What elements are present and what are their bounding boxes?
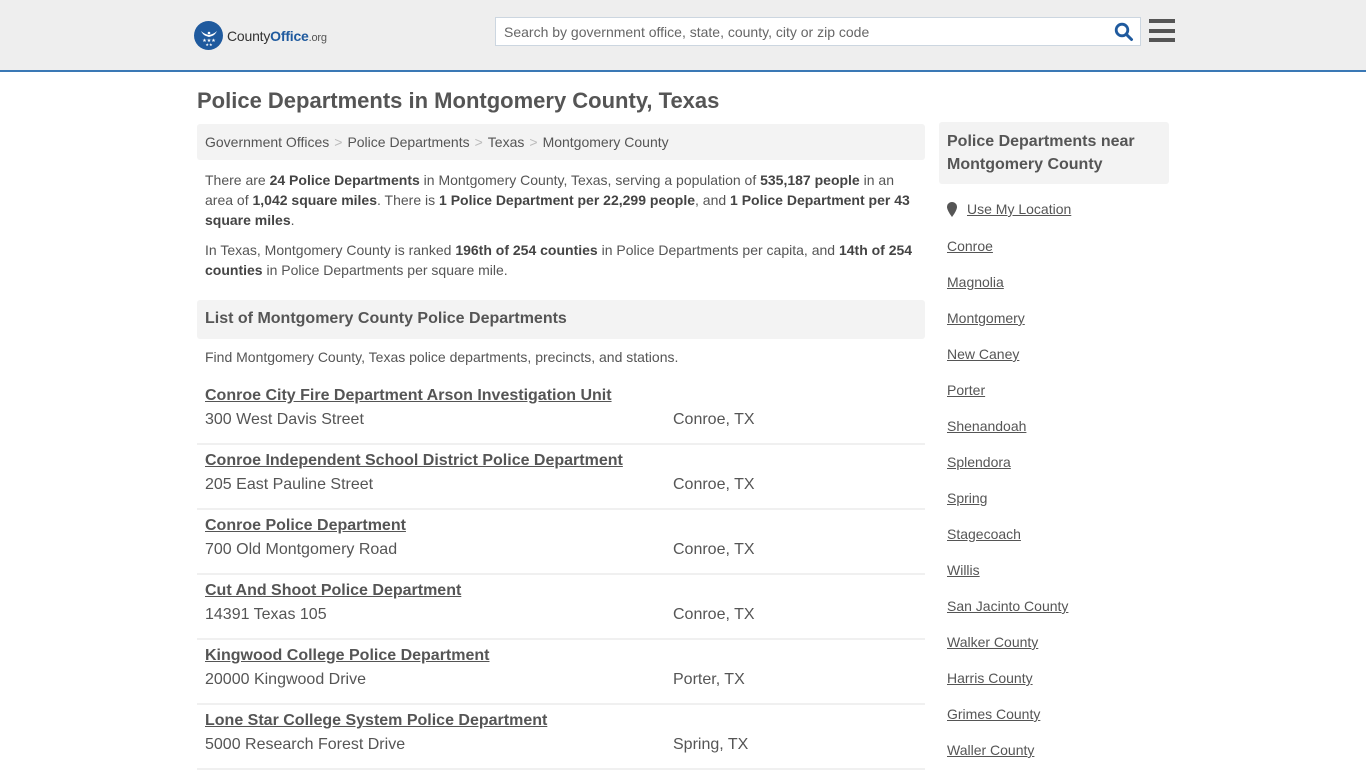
search-button[interactable] xyxy=(1108,18,1140,45)
nearby-link-splendora[interactable]: Splendora xyxy=(947,454,1068,490)
department-city: Porter, TX xyxy=(673,671,745,688)
list-description: Find Montgomery County, Texas police dep… xyxy=(205,349,679,365)
department-address: 20000 Kingwood Drive xyxy=(205,671,366,688)
nearby-link-waller-county[interactable]: Waller County xyxy=(947,742,1068,778)
search-icon xyxy=(1114,22,1133,41)
rank-per-capita: 196th of 254 counties xyxy=(455,242,598,258)
stat-count: 24 Police Departments xyxy=(269,172,420,188)
department-name-link[interactable]: Conroe Independent School District Polic… xyxy=(205,452,623,474)
nearby-link-harris-county[interactable]: Harris County xyxy=(947,670,1068,706)
nearby-link-san-jacinto-county[interactable]: San Jacinto County xyxy=(947,598,1068,634)
breadcrumb-separator: > xyxy=(529,134,538,150)
department-name-link[interactable]: Lone Star College System Police Departme… xyxy=(205,712,547,734)
use-my-location: Use My Location xyxy=(947,201,1071,217)
breadcrumb-separator: > xyxy=(474,134,483,150)
department-name-link[interactable]: Conroe City Fire Department Arson Invest… xyxy=(205,387,612,409)
nearby-link-conroe[interactable]: Conroe xyxy=(947,238,1068,274)
intro-ranking: In Texas, Montgomery County is ranked 19… xyxy=(205,240,920,280)
search-bar xyxy=(495,17,1141,46)
list-item: Lone Star College System Police Departme… xyxy=(197,705,925,770)
department-address: 5000 Research Forest Drive xyxy=(205,736,406,753)
department-name-link[interactable]: Kingwood College Police Department xyxy=(205,647,489,669)
department-city: Conroe, TX xyxy=(673,606,755,623)
nearby-link-stagecoach[interactable]: Stagecoach xyxy=(947,526,1068,562)
list-item: Cut And Shoot Police Department 14391 Te… xyxy=(197,575,925,640)
department-address: 700 Old Montgomery Road xyxy=(205,541,398,558)
nearby-link-walker-county[interactable]: Walker County xyxy=(947,634,1068,670)
nearby-link-willis[interactable]: Willis xyxy=(947,562,1068,598)
logo-text-org: .org xyxy=(308,31,327,44)
list-item: Conroe Independent School District Polic… xyxy=(197,445,925,510)
menu-bar xyxy=(1149,38,1175,42)
breadcrumb-current-montgomery-county: Montgomery County xyxy=(542,134,669,150)
intro-summary: There are 24 Police Departments in Montg… xyxy=(205,170,920,230)
nearby-link-montgomery[interactable]: Montgomery xyxy=(947,310,1068,346)
svg-text:★★: ★★ xyxy=(205,42,213,47)
nearby-link-magnolia[interactable]: Magnolia xyxy=(947,274,1068,310)
department-name-link[interactable]: Conroe Police Department xyxy=(205,517,406,539)
map-marker-icon xyxy=(947,201,957,217)
breadcrumb: Government Offices > Police Departments > Te… xyxy=(197,124,925,160)
site-header: ★★★ ★★ CountyOffice.org xyxy=(0,0,1366,72)
nearby-links: Conroe Magnolia Montgomery New Caney Por… xyxy=(947,238,1068,778)
breadcrumb-police-departments[interactable]: Police Departments xyxy=(347,134,469,150)
intro-text: In Texas, Montgomery County is ranked xyxy=(205,242,456,258)
use-my-location-link[interactable]: Use My Location xyxy=(967,201,1071,217)
intro-text: . There is xyxy=(377,192,440,208)
department-address: 205 East Pauline Street xyxy=(205,476,374,493)
sidebar-title: Police Departments near Montgomery Count… xyxy=(939,122,1169,184)
intro-text: in Police Departments per capita, and xyxy=(597,242,839,258)
intro-text: in Montgomery County, Texas, serving a p… xyxy=(419,172,761,188)
list-item: Conroe Police Department 700 Old Montgom… xyxy=(197,510,925,575)
department-address: 300 West Davis Street xyxy=(205,411,364,428)
list-item: Conroe City Fire Department Arson Invest… xyxy=(197,380,925,445)
nearby-link-shenandoah[interactable]: Shenandoah xyxy=(947,418,1068,454)
department-city: Conroe, TX xyxy=(673,541,755,558)
department-city: Conroe, TX xyxy=(673,411,755,428)
hamburger-menu-button[interactable] xyxy=(1149,19,1175,42)
breadcrumb-texas[interactable]: Texas xyxy=(488,134,525,150)
logo-wordmark: CountyOffice.org xyxy=(227,28,327,44)
menu-bar xyxy=(1149,28,1175,33)
department-city: Spring, TX xyxy=(673,736,749,753)
nearby-link-grimes-county[interactable]: Grimes County xyxy=(947,706,1068,742)
logo-link[interactable]: ★★★ ★★ CountyOffice.org xyxy=(194,21,327,50)
nearby-link-porter[interactable]: Porter xyxy=(947,382,1068,418)
breadcrumb-separator: > xyxy=(334,134,343,150)
intro-text: . xyxy=(290,212,295,228)
eagle-stars-logo-icon: ★★★ ★★ xyxy=(194,21,223,50)
department-city: Conroe, TX xyxy=(673,476,755,493)
logo-text-office: Office xyxy=(270,27,309,44)
department-address: 14391 Texas 105 xyxy=(205,606,327,623)
police-department-list: Conroe City Fire Department Arson Invest… xyxy=(197,380,925,770)
stat-per-capita: 1 Police Department per 22,299 people xyxy=(439,192,696,208)
intro-text: in Police Departments per square mile. xyxy=(262,262,508,278)
list-section-title: List of Montgomery County Police Departm… xyxy=(197,300,925,339)
intro-text: , and xyxy=(695,192,731,208)
department-name-link[interactable]: Cut And Shoot Police Department xyxy=(205,582,461,604)
list-item: Kingwood College Police Department 20000… xyxy=(197,640,925,705)
stat-area: 1,042 square miles xyxy=(252,192,378,208)
search-input[interactable] xyxy=(496,18,1108,45)
page-title: Police Departments in Montgomery County,… xyxy=(197,88,720,113)
intro-section: There are 24 Police Departments in Montg… xyxy=(205,170,920,290)
menu-bar xyxy=(1149,19,1175,23)
breadcrumb-government-offices[interactable]: Government Offices xyxy=(205,134,329,150)
logo-text-county: County xyxy=(227,27,271,44)
nearby-link-spring[interactable]: Spring xyxy=(947,490,1068,526)
nearby-link-new-caney[interactable]: New Caney xyxy=(947,346,1068,382)
stat-population: 535,187 people xyxy=(760,172,860,188)
intro-text: There are xyxy=(205,172,270,188)
